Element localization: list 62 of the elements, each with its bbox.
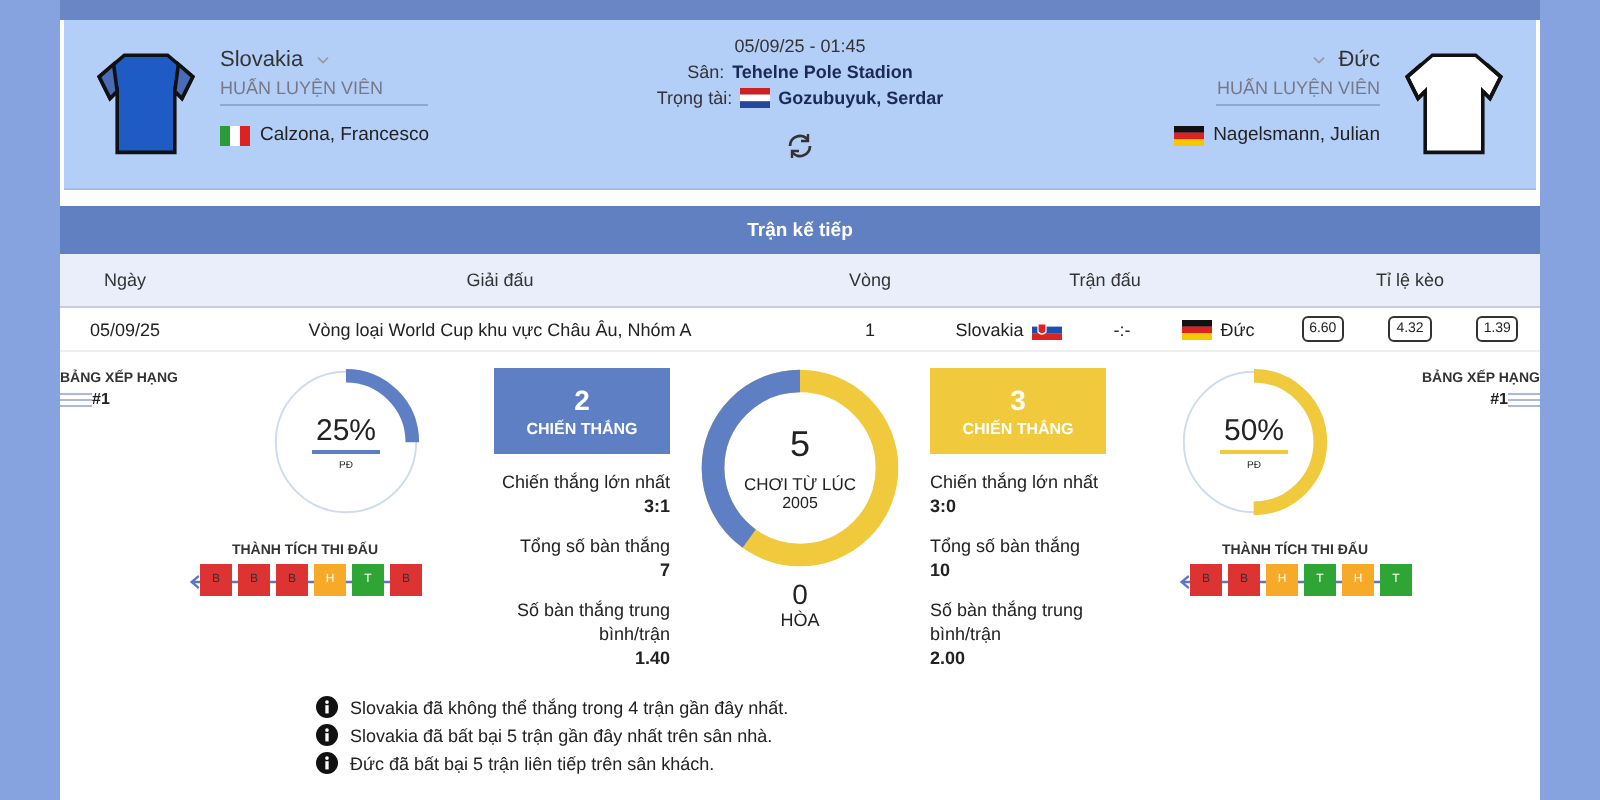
percent-value: 50% xyxy=(1219,413,1289,453)
refresh-icon[interactable] xyxy=(784,130,816,162)
column-header: Giải đấu xyxy=(466,270,534,290)
stat-value: 2.00 xyxy=(930,648,966,668)
column-header: Vòng xyxy=(848,270,892,290)
column-header: Trận đấu xyxy=(1069,270,1141,290)
team-name[interactable]: Slovakia xyxy=(220,48,304,72)
note-text: Đức đã bất bại 5 trận liên tiếp trên sân khách. xyxy=(350,753,715,773)
referee-label: Trọng tài: xyxy=(656,88,733,108)
stat-label: Tổng số bàn thắng xyxy=(519,534,670,558)
coach-name: Nagelsmann, Julian xyxy=(1213,124,1380,146)
coach-name: Calzona, Francesco xyxy=(260,124,429,146)
germany-flag-icon xyxy=(1173,125,1204,145)
italy-flag-icon xyxy=(220,125,250,145)
stat-label: Số bàn thắng trung bình/trận xyxy=(514,598,670,646)
stat-label: Tổng số bàn thắng xyxy=(930,534,1081,558)
home-team: Slovakia xyxy=(955,319,1024,339)
stat-label: Chiến thắng lớn nhất xyxy=(502,470,670,494)
note-text: Slovakia đã bất bại 5 trận gần đây nhất trên sân nhà. xyxy=(350,725,773,745)
away-team: Đức xyxy=(1220,319,1255,339)
played-count: 5 xyxy=(789,424,810,466)
since-year: 2005 xyxy=(782,494,818,512)
since-label: CHƠI TỪ LÚC xyxy=(744,474,856,494)
draws-label: HÒA xyxy=(780,610,820,630)
rank-value: #1 xyxy=(1490,390,1508,408)
info-icon xyxy=(316,724,338,746)
germany-flag-icon xyxy=(1182,319,1213,339)
match-score: -:- xyxy=(1113,319,1131,339)
wins-box: 2 CHIẾN THẮNG xyxy=(494,368,670,454)
referee-name: Gozubuyuk, Serdar xyxy=(778,88,944,108)
percent-value: 25% xyxy=(311,413,381,453)
draws-count: 0 xyxy=(792,578,808,610)
stat-value: 3:0 xyxy=(930,496,957,516)
venue-name: Tehelne Pole Stadion xyxy=(732,62,913,82)
netherlands-flag-icon xyxy=(740,88,771,108)
venue-label: Sân: xyxy=(687,62,725,82)
table-cell: Vòng loại World Cup khu vực Châu Âu, Nhóm A xyxy=(308,319,692,339)
table-cell: 05/09/25 xyxy=(89,319,161,339)
match-date: 05/09/25 - 01:45 xyxy=(734,36,866,56)
stat-value: 3:1 xyxy=(643,496,670,516)
info-icon xyxy=(316,752,338,774)
table-cell: 1 xyxy=(864,319,875,339)
chevron-icon[interactable] xyxy=(315,55,330,65)
slovakia-flag-icon xyxy=(1031,319,1062,339)
column-header: Ngày xyxy=(103,270,146,290)
lines-icon xyxy=(1508,391,1540,407)
stat-label: Chiến thắng lớn nhất xyxy=(930,470,1098,494)
info-icon xyxy=(316,696,338,718)
wins-box: 3 CHIẾN THẮNG xyxy=(930,368,1106,454)
coach-label: HUẤN LUYỆN VIÊN xyxy=(1216,78,1380,106)
rank-value: #1 xyxy=(92,390,110,408)
chevron-icon[interactable] xyxy=(1312,55,1327,65)
stat-value: 7 xyxy=(659,560,670,580)
stat-value: 1.40 xyxy=(634,648,670,668)
lines-icon xyxy=(60,391,92,407)
stat-label: Số bàn thắng trung bình/trận xyxy=(930,598,1086,646)
column-header: Tỉ lệ kèo xyxy=(1375,270,1444,290)
coach-label: HUẤN LUYỆN VIÊN xyxy=(220,78,429,106)
team-name[interactable]: Đức xyxy=(1338,48,1380,72)
stat-value: 10 xyxy=(930,560,951,580)
note-text: Slovakia đã không thể thắng trong 4 trận gần đây nhất. xyxy=(350,697,789,717)
section-title: Trận kế tiếp xyxy=(747,219,853,241)
